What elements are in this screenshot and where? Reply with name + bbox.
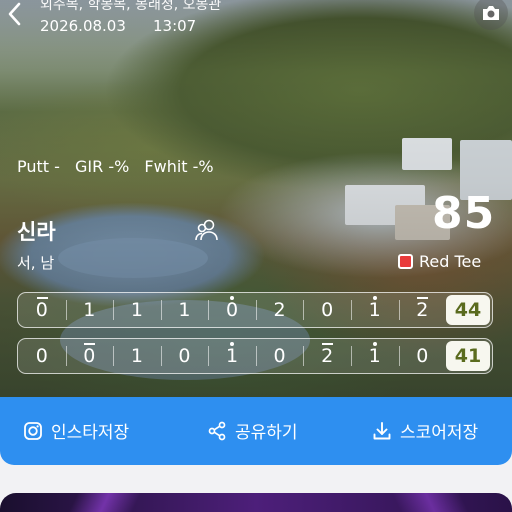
front-nine-scores: 0 1 1 1 0 2 0 1 2 44 xyxy=(17,292,493,328)
hole-score: 1 xyxy=(160,293,209,327)
course-names: 외주목, 학봉목, 봉래정, 오봉관 xyxy=(40,0,222,13)
hole-score: 0 xyxy=(18,293,66,327)
total-score: 85 xyxy=(432,188,496,239)
camera-icon xyxy=(483,6,499,20)
hole-score: 2 xyxy=(303,339,351,373)
hole-score: 0 xyxy=(35,345,48,367)
tee-indicator: Red Tee xyxy=(398,252,481,271)
gir-stat: GIR -% xyxy=(75,157,130,176)
tee-color-marker xyxy=(398,254,413,269)
hole-score: 0 xyxy=(255,339,304,373)
hole-score: 0 xyxy=(160,339,209,373)
hole-score: 1 xyxy=(65,293,114,327)
back-nine-total: 41 xyxy=(446,341,490,371)
camera-button[interactable] xyxy=(474,0,508,30)
round-stats: Putt - GIR -% Fwhit -% xyxy=(17,157,224,176)
instagram-save-button[interactable]: 인스타저장 xyxy=(23,418,129,443)
hole-score: 1 xyxy=(113,339,161,373)
save-score-button[interactable]: 스코어저장 xyxy=(372,418,478,443)
putt-stat: Putt - xyxy=(17,157,60,176)
hole-score: 0 xyxy=(398,339,447,373)
pond xyxy=(58,238,208,278)
hole-score: 0 xyxy=(65,339,114,373)
share-icon xyxy=(208,421,226,440)
back-button[interactable] xyxy=(4,0,26,30)
back-nine-scores: 0 0 1 0 1 0 2 1 0 41 xyxy=(17,338,493,374)
round-date: 2026.08.03 xyxy=(40,17,126,35)
chevron-left-icon xyxy=(8,2,21,26)
fairway-hit-stat: Fwhit -% xyxy=(144,157,214,176)
share-label: 공유하기 xyxy=(235,423,298,443)
apartment xyxy=(402,138,452,170)
hole-score: 2 xyxy=(255,293,304,327)
download-icon xyxy=(373,421,391,439)
front-nine-holes: 0 1 1 1 0 2 0 1 2 xyxy=(18,293,446,327)
hole-score: 0 xyxy=(303,293,351,327)
hole-score: 1 xyxy=(350,293,399,327)
player-name: 신라 xyxy=(17,220,56,244)
hole-score: 2 xyxy=(398,293,447,327)
instagram-save-label: 인스타저장 xyxy=(51,423,130,443)
action-bar: 인스타저장 공유하기 스코어저장 xyxy=(0,397,512,465)
hole-score: 1 xyxy=(208,339,256,373)
clubhouse xyxy=(345,185,425,225)
promo-banner[interactable] xyxy=(0,493,512,512)
save-score-label: 스코어저장 xyxy=(400,423,479,443)
tee-label: Red Tee xyxy=(419,252,482,271)
group-icon[interactable] xyxy=(194,217,220,243)
hole-score: 1 xyxy=(350,339,399,373)
hole-score: 1 xyxy=(113,293,161,327)
round-time: 13:07 xyxy=(153,17,197,35)
back-nine-holes: 0 0 1 0 1 0 2 1 0 xyxy=(18,339,446,373)
front-nine-total: 44 xyxy=(446,295,490,325)
share-button[interactable]: 공유하기 xyxy=(207,418,298,443)
player-course-info: 서, 남 xyxy=(17,254,55,272)
instagram-icon xyxy=(24,421,42,440)
hole-score: 0 xyxy=(208,293,256,327)
top-bar: 외주목, 학봉목, 봉래정, 오봉관 2026.08.03 13:07 xyxy=(0,0,512,44)
